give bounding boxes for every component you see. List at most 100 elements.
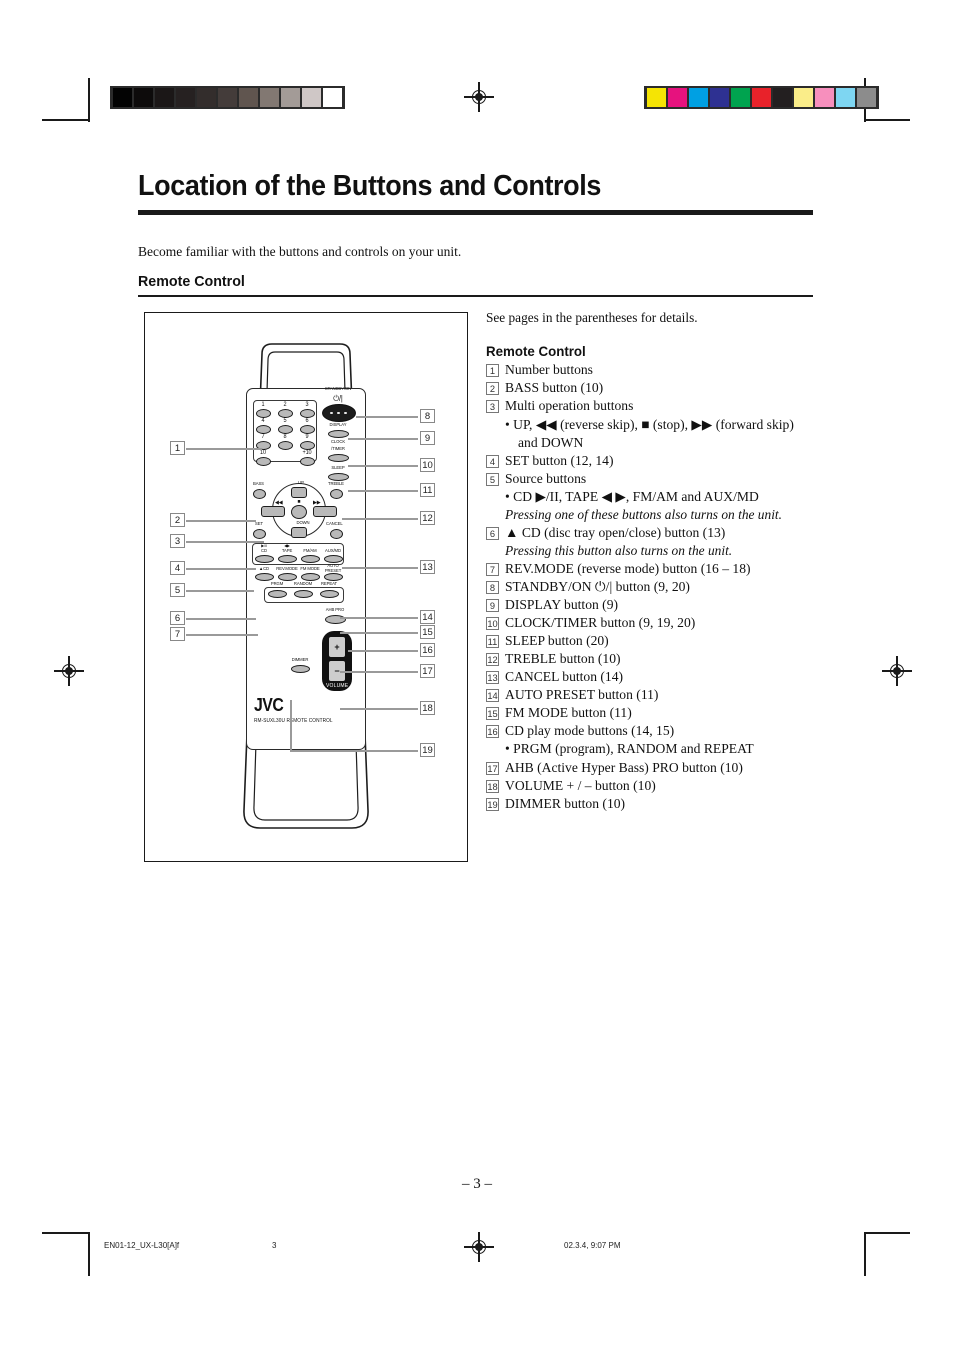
nav-up-button[interactable] — [291, 487, 307, 498]
legend-item-text: SLEEP button (20) — [505, 633, 609, 648]
legend-item-number: 5 — [486, 472, 499, 486]
timer-label: /TIMER — [331, 446, 345, 451]
nav-down-label: DOWN — [296, 520, 310, 525]
legend-item-2: 2 BASS button (10) — [486, 380, 816, 397]
number-key-8-label: 8 — [283, 434, 287, 440]
source-cd-label: CD — [261, 548, 267, 553]
number-key-8[interactable] — [278, 441, 293, 450]
number-key-1[interactable] — [256, 409, 271, 418]
number-key-4[interactable] — [256, 425, 271, 434]
nav-down-button[interactable] — [291, 527, 307, 538]
legend-item-text: Multi operation buttons — [505, 398, 634, 414]
auto-preset-button[interactable] — [324, 573, 343, 581]
color-strip-swatch-9 — [836, 88, 855, 107]
color-strip-swatch-3 — [710, 88, 729, 107]
legend-item-sub: • CD ▶/II, TAPE ◀ ▶, FM/AM and AUX/MD — [505, 488, 759, 504]
rev-mode-label: REV.MODE — [276, 566, 298, 571]
crop-mark-top-left-h — [42, 119, 88, 121]
random-button[interactable] — [294, 590, 313, 598]
repeat-button[interactable] — [320, 590, 339, 598]
gray-strip-swatch-1 — [134, 88, 153, 107]
callout-15: 15 — [420, 625, 435, 639]
footer-rule-left — [88, 1232, 90, 1276]
display-button[interactable] — [328, 430, 349, 438]
legend-item-text: DIMMER button (10) — [505, 795, 626, 811]
nav-stop-button[interactable] — [291, 505, 307, 519]
color-strip-swatch-2 — [689, 88, 708, 107]
legend-item-number: 2 — [486, 382, 499, 396]
color-strip-swatch-6 — [773, 88, 792, 107]
legend-item-4: 4 SET button (12, 14) — [486, 453, 816, 470]
callout-line-5 — [186, 590, 254, 592]
legend-item-number: 10 — [486, 616, 499, 630]
callout-line-4 — [186, 568, 256, 570]
legend-item-text: AUTO PRESET button (11) — [505, 687, 659, 703]
nav-forward-skip-button[interactable] — [313, 506, 337, 517]
legend-item-number: 9 — [486, 598, 499, 612]
source-fm-am-label: FM/AM — [303, 548, 317, 553]
cancel-label: CANCEL — [326, 521, 343, 526]
sleep-button[interactable] — [328, 473, 349, 481]
legend-item-number: 1 — [486, 364, 499, 378]
callout-12: 12 — [420, 511, 435, 525]
cancel-button[interactable] — [330, 529, 343, 539]
rev-mode-button[interactable] — [278, 573, 297, 581]
cd-eject-label: ▲CD — [258, 566, 270, 571]
registration-target-left — [54, 656, 84, 686]
gray-strip-swatch-4 — [197, 88, 216, 107]
number-key-10-label: 10 — [260, 450, 266, 456]
number-key-6-label: 6 — [305, 418, 309, 424]
legend-item-7: 7 REV.MODE (reverse mode) button (16 – 18… — [486, 561, 816, 578]
legend-item-note: Pressing this button also turns on the u… — [505, 542, 733, 558]
callout-10: 10 — [420, 458, 435, 472]
source-cd-button[interactable] — [255, 555, 274, 563]
nav-reverse-skip-button[interactable] — [261, 506, 285, 517]
number-key-5-label: 5 — [283, 418, 287, 424]
standby-on-button[interactable] — [322, 404, 356, 422]
number-key-2[interactable] — [278, 409, 293, 418]
callout-line-13 — [342, 567, 418, 569]
number-key-5[interactable] — [278, 425, 293, 434]
clock-timer-button[interactable] — [328, 454, 349, 462]
callout-4: 4 — [170, 561, 185, 575]
legend-item-number: 12 — [486, 653, 499, 667]
legend-item-14: 14 AUTO PRESET button (11) — [486, 687, 816, 704]
registration-target-bottom — [464, 1232, 494, 1262]
gray-strip-swatch-3 — [176, 88, 195, 107]
callout-18: 18 — [420, 701, 435, 715]
number-key-9[interactable] — [300, 441, 315, 450]
source-aux-md-button[interactable] — [324, 555, 343, 563]
color-strip-swatch-7 — [794, 88, 813, 107]
legend-item-text: CANCEL button (14) — [505, 669, 624, 685]
legend-item-note: Pressing one of these buttons also turns… — [505, 506, 782, 522]
legend-item-text: AHB (Active Hyper Bass) PRO button (10) — [505, 759, 743, 775]
number-key-10[interactable] — [256, 457, 271, 466]
legend-item-number: 4 — [486, 454, 499, 468]
legend-item-19: 19 DIMMER button (10) — [486, 796, 816, 813]
source-tape-button[interactable] — [278, 555, 297, 563]
prgm-button[interactable] — [268, 590, 287, 598]
number-key-3-label: 3 — [305, 402, 309, 408]
set-button[interactable] — [253, 529, 266, 539]
treble-button[interactable] — [330, 489, 343, 499]
footer-pagenumber: 3 — [272, 1241, 277, 1250]
source-fm-am-button[interactable] — [301, 555, 320, 563]
callout-1: 1 — [170, 441, 185, 455]
legend-item-text: TREBLE button (10) — [505, 651, 621, 667]
legend-item-13: 13 CANCEL button (14) — [486, 669, 816, 686]
dimmer-button[interactable] — [291, 665, 310, 673]
legend-item-text: ▲ CD (disc tray open/close) button (13) — [505, 524, 726, 540]
number-key-3[interactable] — [300, 409, 315, 418]
color-strip-swatch-8 — [815, 88, 834, 107]
bass-button[interactable] — [253, 489, 266, 499]
legend-item-12: 12 TREBLE button (10) — [486, 651, 816, 668]
number-key-plus10[interactable] — [300, 457, 315, 466]
fm-mode-button[interactable] — [301, 573, 320, 581]
set-label: SET — [255, 521, 263, 526]
legend-item-text: SET button (12, 14) — [505, 452, 614, 468]
number-key-6[interactable] — [300, 425, 315, 434]
cd-eject-button[interactable] — [255, 573, 274, 581]
callout-line-2 — [186, 520, 256, 522]
volume-up-button[interactable]: + — [328, 636, 346, 658]
bass-label: BASS — [253, 481, 264, 486]
